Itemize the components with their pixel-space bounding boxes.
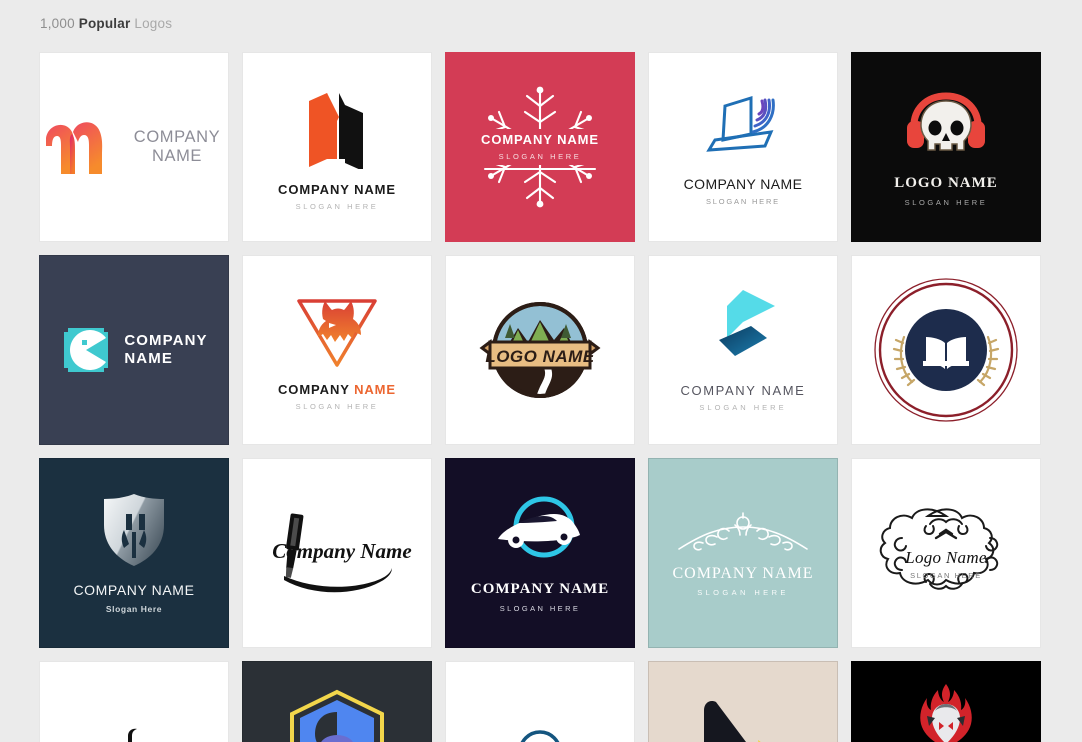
logo-name: COMPANY NAME [680, 382, 806, 398]
geometric-chevron-icon [705, 288, 781, 368]
logo-slogan: SLOGAN HERE [904, 197, 988, 207]
logo-card-18[interactable] [445, 661, 635, 742]
logo-name-part1: COMPANY [278, 381, 355, 397]
logo-slogan: SLOGAN HERE [871, 275, 957, 277]
logo-slogan: SLOGAN HERE [498, 152, 582, 162]
sports-car-circle-icon [488, 493, 592, 569]
brush-swash-icon: Company Name [262, 508, 412, 598]
logo-slogan: SLOGAN HERE [295, 402, 379, 412]
logo-slogan: SLOGAN HERE [699, 403, 787, 413]
logo-name: COMPANY NAME [683, 175, 803, 192]
logo-name: COMPANY NAME [470, 581, 610, 598]
logo-text: COMPANY NAME SLOGAN HERE [649, 382, 837, 413]
logo-slogan: SLOGAN HERE [706, 197, 780, 207]
spartan-helmet-shield-icon [99, 492, 169, 568]
pacman-pixel-icon [60, 324, 112, 376]
logo-card-11[interactable]: COMPANY NAME Slogan Here [39, 458, 229, 648]
logo-name: COMPANY NAME [73, 582, 195, 599]
flame-mascot-icon [894, 682, 998, 742]
logo-card-9[interactable]: COMPANY NAME SLOGAN HERE [648, 255, 838, 445]
tiara-flourish-icon [673, 509, 813, 559]
logo-card-20[interactable] [851, 661, 1041, 742]
logo-slogan: SLOGAN HERE [697, 588, 789, 598]
logo-name-line1: COMPANY [133, 128, 221, 147]
logo-text: COMPANY NAME SLOGAN HERE [649, 176, 837, 206]
logo-card-14[interactable]: COMPANY NAME SLOGAN HERE [648, 458, 838, 648]
logo-slogan: SLOGAN HERE [295, 202, 379, 212]
mountain-badge-icon: LOGO NAME [474, 290, 606, 410]
logo-card-12[interactable]: Company Name [242, 458, 432, 648]
logo-name-line1: COMPANY [124, 332, 208, 349]
logo-name: COMPANY NAME [278, 181, 396, 197]
mm-monogram-icon [297, 83, 377, 169]
logo-card-19[interactable] [648, 661, 838, 742]
logo-card-17[interactable] [242, 661, 432, 742]
logo-slogan: Slogan Here [105, 603, 163, 614]
page-title: 1,000 Popular Logos [40, 16, 172, 31]
ornate-frame-icon: Logo Name SLOGAN HERE [866, 498, 1026, 608]
logo-name-line2: NAME [124, 350, 173, 367]
logo-text: COMPANY NAME SLOGAN HERE [243, 381, 431, 412]
laptop-wifi-icon [695, 88, 791, 160]
logo-name: COMPANY NAME [672, 564, 814, 582]
blue-arc-icon [515, 712, 565, 742]
logo-card-5[interactable]: LOGO NAME SLOGAN HERE [851, 52, 1041, 242]
logo-text: Logo Name SLOGAN HERE [866, 548, 1026, 580]
logo-gallery-page: 1,000 Popular Logos COMPANY NAME COMPANY… [0, 0, 1082, 742]
logo-card-1[interactable]: COMPANY NAME [39, 52, 229, 242]
logo-card-4[interactable]: COMPANY NAME SLOGAN HERE [648, 52, 838, 242]
blue-shield-crest-icon [282, 688, 392, 742]
logo-name: COMPANY NAME [243, 381, 431, 398]
page-title-suffix: Logos [134, 16, 173, 31]
logo-text: COMPANY NAME SLOGAN HERE [649, 565, 837, 597]
logo-text: COMPANY NAME [124, 332, 207, 368]
logo-card-2[interactable]: COMPANY NAME SLOGAN HERE [242, 52, 432, 242]
logo-card-15[interactable]: Logo Name SLOGAN HERE [851, 458, 1041, 648]
logo-card-6[interactable]: COMPANY NAME [39, 255, 229, 445]
logo-text: COMPANY NAME SLOGAN HERE [465, 128, 615, 166]
logo-name-part2: NAME [354, 381, 396, 397]
logo-name: Company Name [272, 539, 411, 563]
book-circle-badge-icon: LOGO NAME SLOGAN HERE [871, 275, 1021, 425]
logo-name: LOGO NAME [894, 175, 998, 192]
logo-card-3[interactable]: COMPANY NAME SLOGAN HERE [445, 52, 635, 242]
fox-triangle-icon [293, 289, 381, 369]
gradient-letter-n-icon [40, 112, 114, 182]
logo-card-10[interactable]: LOGO NAME SLOGAN HERE [851, 255, 1041, 445]
logo-text: COMPANY NAME SLOGAN HERE [243, 181, 431, 212]
skull-headphones-icon [903, 87, 989, 163]
logo-card-7[interactable]: COMPANY NAME SLOGAN HERE [242, 255, 432, 445]
logo-slogan: SLOGAN HERE [499, 603, 581, 613]
logo-card-8[interactable]: LOGO NAME [445, 255, 635, 445]
logo-card-13[interactable]: COMPANY NAME SLOGAN HERE [445, 458, 635, 648]
logo-slogan: SLOGAN HERE [910, 571, 982, 580]
logo-name: LOGO NAME [485, 347, 594, 366]
logo-name-line2: NAME [151, 147, 203, 165]
script-letter-icon [114, 720, 154, 742]
logo-name: COMPANY NAME [481, 131, 599, 147]
logo-grid: COMPANY NAME COMPANY NAME SLOGAN HERE CO… [39, 52, 1043, 742]
logo-card-16[interactable] [39, 661, 229, 742]
logo-text: COMPANY NAME [126, 128, 228, 166]
logo-text: COMPANY NAME SLOGAN HERE [446, 581, 634, 612]
play-triangle-icon [698, 694, 788, 742]
logo-text: COMPANY NAME Slogan Here [40, 582, 228, 613]
filter-label-popular: Popular [78, 16, 131, 31]
logo-text: LOGO NAME SLOGAN HERE [852, 175, 1040, 206]
logo-name: Logo Name [905, 548, 987, 567]
logo-count: 1,000 [40, 16, 75, 31]
